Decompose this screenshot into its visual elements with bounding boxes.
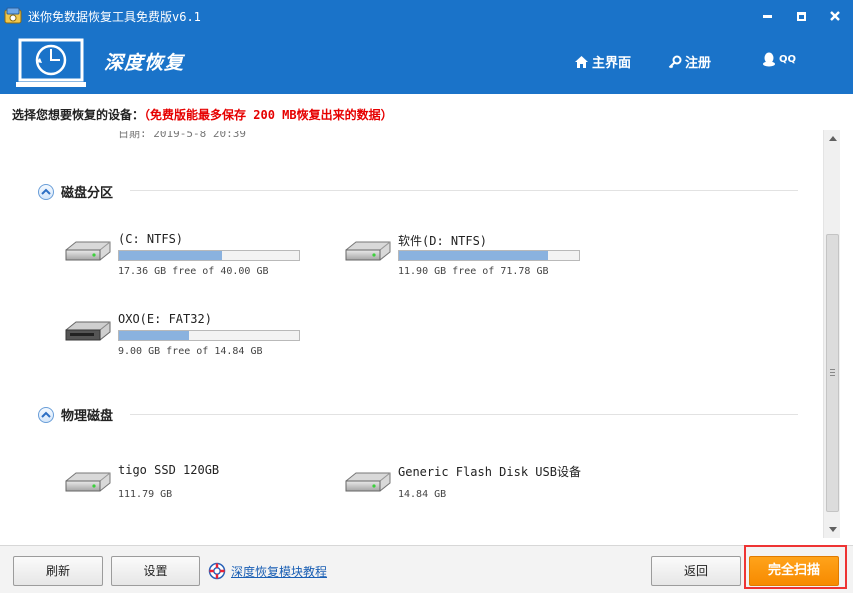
qq-penguin-icon	[763, 52, 775, 67]
physical-disk-tigo[interactable]: tigo SSD 120GB 111.79 GB	[62, 463, 322, 513]
minimize-button[interactable]	[754, 4, 780, 28]
full-scan-highlight	[744, 545, 847, 589]
tutorial-link-group[interactable]: 深度恢复模块教程	[208, 562, 327, 580]
physical-disk-generic-flash[interactable]: Generic Flash Disk USB设备 14.84 GB	[342, 463, 602, 513]
drive-name: 软件(D: NTFS)	[398, 234, 488, 248]
disk-name: Generic Flash Disk USB设备	[398, 465, 581, 479]
hard-disk-icon	[65, 241, 111, 261]
maximize-icon	[796, 11, 806, 21]
usage-bar-fill	[119, 331, 190, 340]
nav-home-label: 主界面	[592, 56, 632, 71]
hard-disk-icon	[65, 472, 111, 492]
disk-name: tigo SSD 120GB	[118, 463, 220, 477]
close-button[interactable]	[822, 4, 848, 28]
usage-bar-fill	[119, 251, 222, 260]
grip-line	[830, 375, 835, 376]
hard-disk-icon	[345, 241, 391, 261]
collapse-up-icon[interactable]	[38, 183, 54, 200]
drive-size: 11.90 GB free of 71.78 GB	[398, 266, 549, 277]
home-icon	[575, 55, 588, 68]
removable-disk-icon	[65, 321, 111, 341]
close-icon	[830, 11, 840, 21]
nav-home[interactable]: 主界面	[574, 52, 631, 71]
collapse-up-icon[interactable]	[38, 406, 54, 423]
settings-button[interactable]: 设置	[111, 556, 200, 586]
section-partitions-header[interactable]: 磁盘分区	[38, 182, 113, 201]
grip-line	[830, 369, 835, 370]
usage-bar	[118, 250, 300, 261]
drive-size: 17.36 GB free of 40.00 GB	[118, 266, 269, 277]
device-prompt-label: 选择您想要恢复的设备：	[12, 108, 145, 122]
free-version-notice: （免费版能最多保存 200 MB恢复出来的数据）	[144, 108, 393, 122]
usage-bar-fill	[399, 251, 549, 260]
drive-name: (C: NTFS)	[118, 232, 184, 246]
nav-qq-label: QQ	[779, 54, 797, 65]
maximize-button[interactable]	[788, 4, 814, 28]
section-physical-title: 物理磁盘	[61, 409, 114, 424]
key-icon	[668, 55, 682, 68]
nav-register[interactable]: 注册	[668, 52, 711, 71]
section-divider	[130, 414, 798, 415]
drive-size: 9.00 GB free of 14.84 GB	[118, 346, 263, 357]
app-icon	[4, 7, 22, 24]
section-partitions-title: 磁盘分区	[61, 186, 114, 201]
partial-scrolled-text: 日期: 2019-5-8 20:39	[118, 127, 246, 140]
title-bar: 迷你免数据恢复工具免费版v6.1	[0, 0, 853, 32]
device-prompt: 选择您想要恢复的设备：（免费版能最多保存 200 MB恢复出来的数据）	[12, 106, 393, 123]
nav-qq[interactable]: QQ	[762, 52, 796, 67]
vertical-scrollbar[interactable]	[823, 130, 840, 538]
refresh-button[interactable]: 刷新	[13, 556, 103, 586]
app-header: 深度恢复 主界面 注册 QQ	[0, 32, 853, 94]
footer-bar: 刷新 设置 深度恢复模块教程 返回 完全扫描	[0, 545, 853, 593]
lifebuoy-icon	[208, 562, 226, 580]
minimize-icon	[762, 14, 772, 18]
scrollbar-thumb[interactable]	[826, 234, 839, 512]
section-physical-header[interactable]: 物理磁盘	[38, 405, 113, 424]
hard-disk-icon	[345, 472, 391, 492]
tutorial-link[interactable]: 深度恢复模块教程	[231, 563, 327, 580]
disk-size: 111.79 GB	[118, 489, 173, 500]
device-list: 日期: 2019-5-8 20:39 磁盘分区 (C: NTFS) 17.36 …	[0, 126, 823, 538]
disk-size: 14.84 GB	[398, 489, 447, 500]
scroll-down-arrow-icon[interactable]	[824, 521, 841, 538]
laptop-clock-logo-icon	[16, 38, 86, 87]
back-button[interactable]: 返回	[651, 556, 741, 586]
window-title: 迷你免数据恢复工具免费版v6.1	[28, 10, 201, 24]
usage-bar	[118, 330, 300, 341]
drive-item-c[interactable]: (C: NTFS) 17.36 GB free of 40.00 GB	[62, 232, 322, 282]
drive-item-d[interactable]: 软件(D: NTFS) 11.90 GB free of 71.78 GB	[342, 232, 602, 282]
scroll-up-arrow-icon[interactable]	[824, 130, 841, 147]
drive-item-e[interactable]: OXO(E: FAT32) 9.00 GB free of 14.84 GB	[62, 312, 322, 362]
section-divider	[130, 190, 798, 191]
nav-register-label: 注册	[685, 56, 712, 71]
brand-title: 深度恢复	[104, 52, 185, 74]
usage-bar	[398, 250, 580, 261]
grip-line	[830, 372, 835, 373]
drive-name: OXO(E: FAT32)	[118, 312, 212, 326]
